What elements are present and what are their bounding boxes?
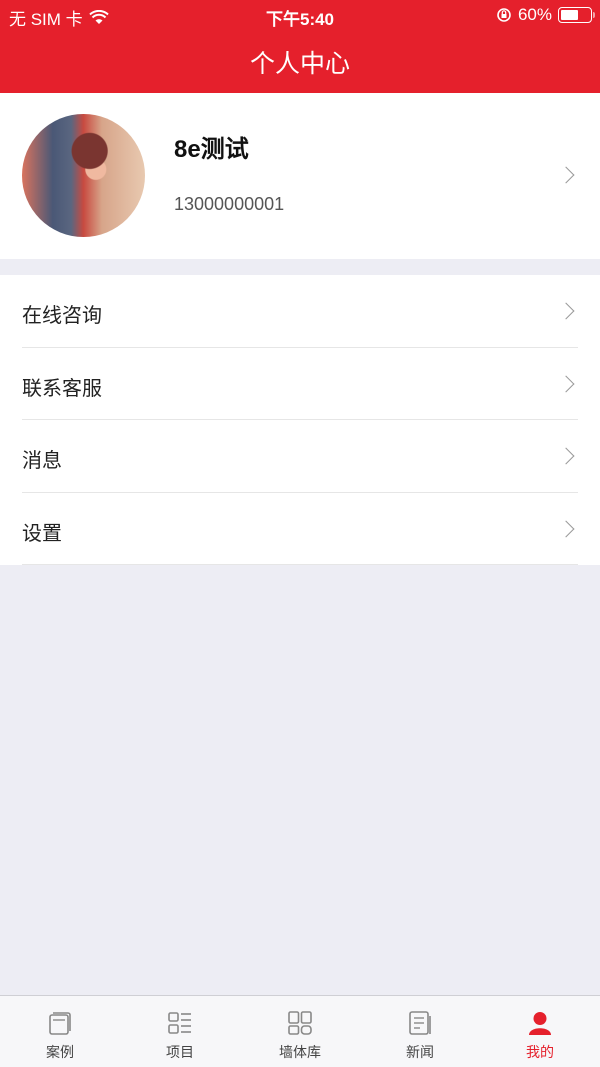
rotation-lock-icon [497,8,511,22]
user-icon [529,1012,551,1035]
header: 无 SIM 卡 下午5:40 60% 个人中心 [0,0,600,93]
menu-item-online-consult[interactable]: 在线咨询 [22,275,578,348]
menu-item-contact-service[interactable]: 联系客服 [22,348,578,420]
tab-label: 我的 [526,1044,554,1060]
tab-label: 墙体库 [279,1044,321,1060]
status-bar: 无 SIM 卡 下午5:40 60% [0,0,600,32]
tab-cases[interactable]: 案例 [0,996,120,1067]
tab-mine[interactable]: 我的 [480,996,600,1067]
tab-label: 新闻 [406,1044,434,1060]
menu-item-label: 消息 [22,450,62,472]
menu-item-messages[interactable]: 消息 [22,420,578,493]
grid-icon [288,1011,312,1035]
tab-label: 项目 [166,1044,194,1060]
avatar[interactable] [22,114,145,237]
tab-bar: 案例 项目 墙体库 新闻 我的 [0,995,600,1067]
tab-news[interactable]: 新闻 [360,996,480,1067]
profile-card[interactable]: 8e测试 13000000001 [0,93,600,259]
menu-item-label: 设置 [22,522,62,545]
page-title: 个人中心 [249,50,350,78]
profile-phone: 13000000001 [174,194,285,214]
menu-item-settings[interactable]: 设置 [22,493,578,565]
tab-label: 案例 [46,1044,74,1060]
menu-item-label: 在线咨询 [22,305,102,327]
battery-icon [558,7,595,23]
battery-percent: 60% [517,5,552,24]
chevron-right-icon [557,447,575,465]
chevron-right-icon [557,166,575,184]
list-icon [168,1012,191,1034]
book-icon [49,1012,71,1035]
news-icon [409,1011,431,1035]
tab-wall-library[interactable]: 墙体库 [240,996,360,1067]
chevron-right-icon [557,375,575,392]
tab-projects[interactable]: 项目 [120,996,240,1067]
menu-list: 在线咨询 联系客服 消息 设置 [0,275,600,565]
menu-item-label: 联系客服 [22,377,102,400]
chevron-right-icon [557,520,575,537]
chevron-right-icon [557,302,575,320]
profile-name: 8e测试 [174,136,249,163]
